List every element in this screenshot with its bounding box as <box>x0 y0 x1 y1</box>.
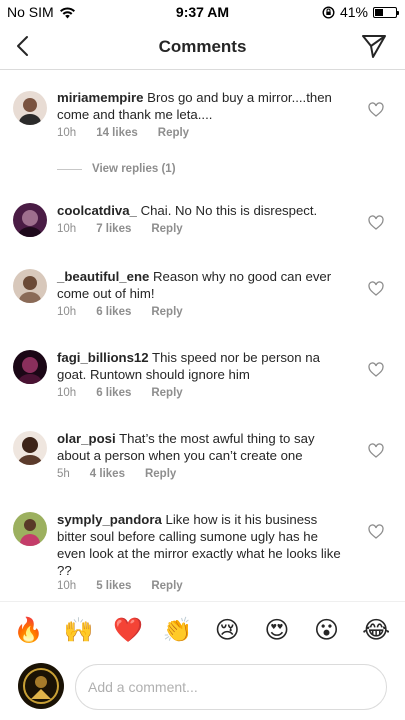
comment-likes[interactable]: 14 likes <box>96 127 138 139</box>
comment-meta: 10h 14 likes Reply <box>57 127 189 139</box>
avatar-photo <box>13 203 47 237</box>
view-replies-label[interactable]: View replies (1) <box>92 163 176 175</box>
comment-time: 5h <box>57 468 70 480</box>
reply-button[interactable]: Reply <box>151 580 182 592</box>
fire-emoji-button[interactable]: 🔥 <box>13 615 45 647</box>
comment-body: miriamempire Bros go and buy a mirror...… <box>57 89 347 123</box>
comment-meta: 5h 4 likes Reply <box>57 468 176 480</box>
battery-percent: 41% <box>339 4 368 20</box>
avatar[interactable] <box>13 269 47 303</box>
battery-group: 41% <box>322 4 399 20</box>
raised-hands-emoji-button[interactable]: 🙌 <box>62 615 94 647</box>
avatar-photo <box>13 91 47 125</box>
comment-meta: 10h 6 likes Reply <box>57 306 183 318</box>
clapping-emoji-button[interactable]: 👏 <box>162 615 194 647</box>
view-replies-button[interactable]: View replies (1) <box>57 163 176 175</box>
page-title: Comments <box>158 37 247 56</box>
comment-body: olar_posi That’s the most awful thing to… <box>57 430 347 464</box>
avatar[interactable] <box>13 512 47 546</box>
comment-text: Chai. No No this is disrespect. <box>140 203 318 218</box>
reply-button[interactable]: Reply <box>158 127 189 139</box>
comment-username[interactable]: _beautiful_ene <box>57 269 149 284</box>
avatar[interactable] <box>13 203 47 237</box>
avatar[interactable] <box>13 350 47 384</box>
comment-username[interactable]: fagi_billions12 <box>57 350 149 365</box>
user-avatar <box>18 663 64 709</box>
chevron-left-icon[interactable] <box>12 33 36 59</box>
comment-time: 10h <box>57 580 77 592</box>
avatar[interactable] <box>13 431 47 465</box>
heart-icon[interactable] <box>368 215 384 231</box>
comment-meta: 10h 6 likes Reply <box>57 387 183 399</box>
comment-body: coolcatdiva_ Chai. No No this is disresp… <box>57 202 347 219</box>
comment-body: symply_pandora Like how is it his busine… <box>57 511 347 579</box>
comment-username[interactable]: symply_pandora <box>57 512 162 527</box>
heart-icon[interactable] <box>368 524 384 540</box>
comment-username[interactable]: olar_posi <box>57 431 116 446</box>
comment-time: 10h <box>57 306 77 318</box>
comment-composer <box>0 659 405 720</box>
comment-body: fagi_billions12 This speed nor be person… <box>57 349 347 383</box>
comment-meta: 10h 7 likes Reply <box>57 223 183 235</box>
comments-list[interactable]: miriamempire Bros go and buy a mirror...… <box>0 71 405 601</box>
comment-time: 10h <box>57 127 77 139</box>
avatar-photo <box>13 269 47 303</box>
comment-time: 10h <box>57 223 77 235</box>
battery-icon <box>373 6 399 18</box>
comment-username[interactable]: coolcatdiva_ <box>57 203 137 218</box>
avatar[interactable] <box>13 91 47 125</box>
nav-bar: Comments <box>0 24 405 70</box>
status-bar: No SIM 9:37 AM 41% <box>0 0 405 24</box>
rotation-lock-icon <box>322 5 335 19</box>
avatar-photo <box>18 663 64 709</box>
heart-icon[interactable] <box>368 102 384 118</box>
heart-icon[interactable] <box>368 443 384 459</box>
comment-username[interactable]: miriamempire <box>57 90 144 105</box>
comment-input[interactable] <box>75 664 387 710</box>
avatar-photo <box>13 512 47 546</box>
comment-likes[interactable]: 7 likes <box>96 223 131 235</box>
surprised-emoji-button[interactable]: 😮 <box>311 615 343 647</box>
comment-likes[interactable]: 6 likes <box>96 306 131 318</box>
laughing-emoji-button[interactable]: 😂 <box>360 615 392 647</box>
comment-likes[interactable]: 5 likes <box>96 580 131 592</box>
heart-icon[interactable] <box>368 362 384 378</box>
heart-emoji-button[interactable]: ❤️ <box>112 615 144 647</box>
reply-button[interactable]: Reply <box>151 223 182 235</box>
comment-body: _beautiful_ene Reason why no good can ev… <box>57 268 347 302</box>
comment-likes[interactable]: 6 likes <box>96 387 131 399</box>
comment-time: 10h <box>57 387 77 399</box>
comment-likes[interactable]: 4 likes <box>90 468 125 480</box>
heart-eyes-emoji-button[interactable]: 😍 <box>261 615 293 647</box>
crying-emoji-button[interactable]: 😢 <box>211 615 243 647</box>
heart-icon[interactable] <box>368 281 384 297</box>
avatar-photo <box>13 350 47 384</box>
divider <box>57 168 82 170</box>
comment-meta: 10h 5 likes Reply <box>57 580 183 592</box>
reply-button[interactable]: Reply <box>151 306 182 318</box>
reply-button[interactable]: Reply <box>151 387 182 399</box>
emoji-bar: 🔥 🙌 ❤️ 👏 😢 😍 😮 😂 <box>0 601 405 659</box>
reply-button[interactable]: Reply <box>145 468 176 480</box>
paper-plane-icon[interactable] <box>361 33 387 59</box>
avatar-photo <box>13 431 47 465</box>
